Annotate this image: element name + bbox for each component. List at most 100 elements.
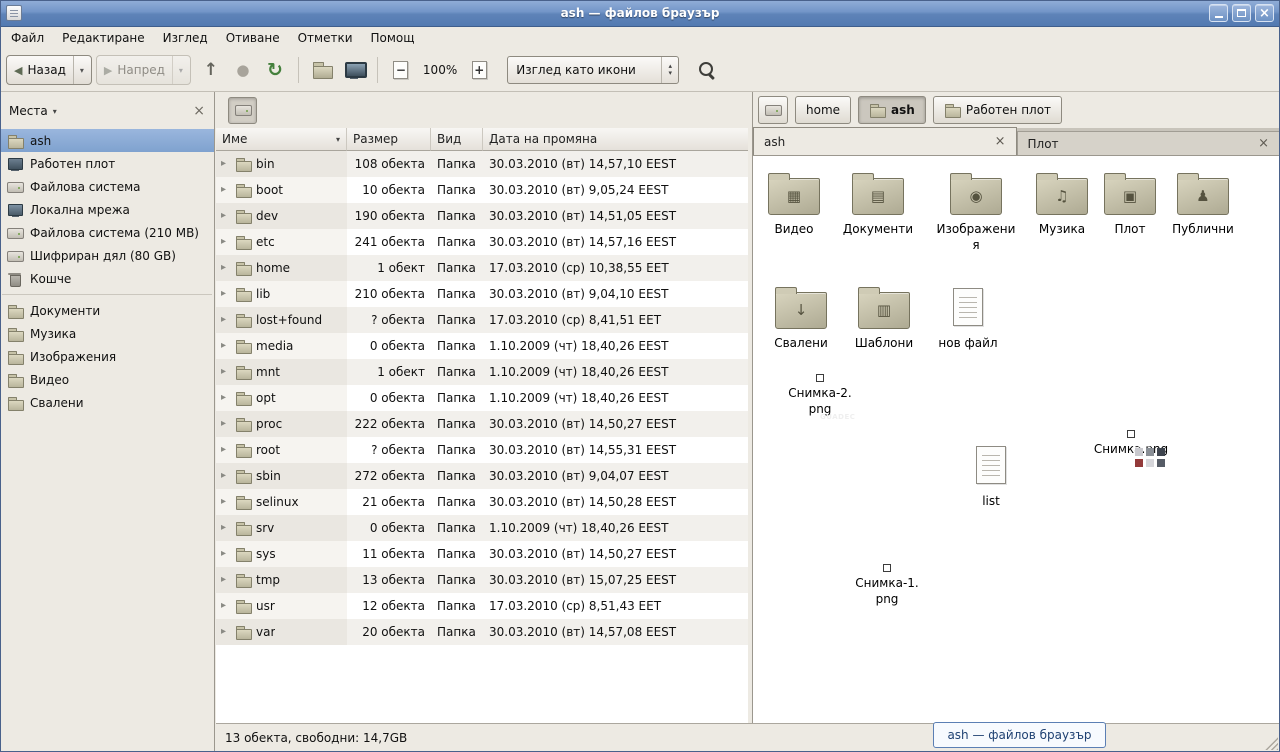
expander-icon[interactable]: ▸ [221,393,230,403]
expander-icon[interactable]: ▸ [221,367,230,377]
expander-icon[interactable]: ▸ [221,211,230,221]
expander-icon[interactable]: ▸ [221,549,230,559]
expander-icon[interactable]: ▸ [221,315,230,325]
icon-view-item[interactable]: ♟ Публични [1158,168,1248,238]
file-row[interactable]: ▸ srv 0 обекта Папка 1.10.2009 (чт) 18,4… [216,515,748,541]
sidebar-item[interactable]: Кошче [0,267,214,290]
icon-view-item[interactable]: GUADEC Снимка-2.png [770,374,870,417]
file-row[interactable]: ▸ root ? обекта Папка 30.03.2010 (вт) 14… [216,437,748,463]
icon-view-item[interactable]: Снимка-1.png [837,564,937,607]
file-row[interactable]: ▸ sys 11 обекта Папка 30.03.2010 (вт) 14… [216,541,748,567]
view-mode-select[interactable]: Изглед като икони ▴ ▾ [507,56,679,84]
icon-view-item[interactable]: ▦ Видео [753,168,839,238]
back-history-dropdown-icon[interactable]: ▾ [73,56,84,84]
reload-button[interactable]: ↻ [259,54,291,86]
forward-button[interactable]: ▶ Напред ▾ [96,55,191,85]
sidebar-title[interactable]: Места [9,104,48,118]
menu-item[interactable]: Помощ [362,28,424,48]
sidebar-item[interactable]: Работен плот [0,152,214,175]
minimize-button[interactable] [1209,4,1228,22]
menu-item[interactable]: Редактиране [53,28,154,48]
expander-icon[interactable]: ▸ [221,263,230,273]
sidebar-item[interactable]: Локална мрежа [0,198,214,221]
icon-view-item[interactable]: list [946,440,1036,510]
file-row[interactable]: ▸ tmp 13 обекта Папка 30.03.2010 (вт) 15… [216,567,748,593]
file-row[interactable]: ▸ media 0 обекта Папка 1.10.2009 (чт) 18… [216,333,748,359]
menu-item[interactable]: Изглед [154,28,217,48]
expander-icon[interactable]: ▸ [221,341,230,351]
expander-icon[interactable]: ▸ [221,575,230,585]
maximize-button[interactable] [1232,4,1251,22]
sidebar-item[interactable]: Музика [0,322,214,345]
file-row[interactable]: ▸ lost+found ? обекта Папка 17.03.2010 (… [216,307,748,333]
taskbar-window-button[interactable]: ash — файлов браузър [933,722,1106,748]
sidebar-item[interactable]: Документи [0,299,214,322]
menu-item[interactable]: Отиване [217,28,289,48]
filesystem-root-button[interactable] [228,97,257,124]
file-row[interactable]: ▸ bin 108 обекта Папка 30.03.2010 (вт) 1… [216,151,748,177]
sidebar-item[interactable]: Свалени [0,391,214,414]
sidebar-item[interactable]: Файлова система [0,175,214,198]
icon-view-item[interactable]: ▤ Документи [833,168,923,238]
filesystem-button[interactable] [758,96,788,124]
home-folder-button[interactable] [306,54,338,86]
expander-icon[interactable]: ▸ [221,159,230,169]
zoom-in-button[interactable]: + [463,54,495,86]
path-button[interactable]: Работен плот [933,96,1062,124]
expander-icon[interactable]: ▸ [221,497,230,507]
sidebar-item[interactable]: Изображения [0,345,214,368]
back-button[interactable]: ◀ Назад ▾ [6,55,92,85]
titlebar[interactable]: ash — файлов браузър × [0,0,1280,27]
column-header-size[interactable]: Размер [347,128,431,151]
tab[interactable]: ash × [753,127,1017,155]
tab-close-icon[interactable]: × [1258,137,1269,150]
file-row[interactable]: ▸ sbin 272 обекта Папка 30.03.2010 (вт) … [216,463,748,489]
sidebar-item[interactable]: Шифриран дял (80 GB) [0,244,214,267]
expander-icon[interactable]: ▸ [221,237,230,247]
icon-view-item[interactable]: GNOME Store Снимка.png [1081,430,1181,458]
sidebar-close-icon[interactable]: × [193,104,205,118]
icon-view-item[interactable]: ◉ Изображения [931,168,1021,253]
file-row[interactable]: ▸ opt 0 обекта Папка 1.10.2009 (чт) 18,4… [216,385,748,411]
expander-icon[interactable]: ▸ [221,185,230,195]
close-button[interactable]: × [1255,4,1274,22]
path-button[interactable]: home [795,96,851,124]
expander-icon[interactable]: ▸ [221,601,230,611]
file-row[interactable]: ▸ var 20 обекта Папка 30.03.2010 (вт) 14… [216,619,748,645]
computer-button[interactable] [338,54,370,86]
icon-view-item[interactable]: ↓ Свалени [756,282,846,352]
resize-grip[interactable] [1264,736,1278,750]
tab-close-icon[interactable]: × [995,135,1006,148]
expander-icon[interactable]: ▸ [221,445,230,455]
menu-item[interactable]: Отметки [289,28,362,48]
file-row[interactable]: ▸ lib 210 обекта Папка 30.03.2010 (вт) 9… [216,281,748,307]
icon-view-item[interactable]: нов файл [923,282,1013,352]
file-row[interactable]: ▸ usr 12 обекта Папка 17.03.2010 (ср) 8,… [216,593,748,619]
icon-view-item[interactable]: ▥ Шаблони [839,282,929,352]
column-header-type[interactable]: Вид [431,128,483,151]
expander-icon[interactable]: ▸ [221,471,230,481]
file-row[interactable]: ▸ boot 10 обекта Папка 30.03.2010 (вт) 9… [216,177,748,203]
file-row[interactable]: ▸ selinux 21 обекта Папка 30.03.2010 (вт… [216,489,748,515]
search-button[interactable] [691,54,723,86]
sidebar-item[interactable]: Файлова система (210 MB) [0,221,214,244]
expander-icon[interactable]: ▸ [221,523,230,533]
zoom-out-button[interactable]: − [385,54,417,86]
expander-icon[interactable]: ▸ [221,289,230,299]
expander-icon[interactable]: ▸ [221,419,230,429]
expander-icon[interactable]: ▸ [221,627,230,637]
stop-button[interactable]: ● [227,54,259,86]
sidebar-item[interactable]: Видео [0,368,214,391]
up-button[interactable]: ↑ [195,54,227,86]
sidebar-item[interactable]: ash [0,129,214,152]
file-row[interactable]: ▸ proc 222 обекта Папка 30.03.2010 (вт) … [216,411,748,437]
file-row[interactable]: ▸ etc 241 обекта Папка 30.03.2010 (вт) 1… [216,229,748,255]
file-row[interactable]: ▸ mnt 1 обект Папка 1.10.2009 (чт) 18,40… [216,359,748,385]
sidebar-selector-icon[interactable]: ▾ [53,107,57,116]
column-header-date[interactable]: Дата на промяна [483,128,748,151]
file-row[interactable]: ▸ dev 190 обекта Папка 30.03.2010 (вт) 1… [216,203,748,229]
tab[interactable]: Плот × [1017,131,1280,155]
column-header-name[interactable]: Име ▾ [216,128,347,151]
path-button[interactable]: ash [858,96,926,124]
file-row[interactable]: ▸ home 1 обект Папка 17.03.2010 (ср) 10,… [216,255,748,281]
